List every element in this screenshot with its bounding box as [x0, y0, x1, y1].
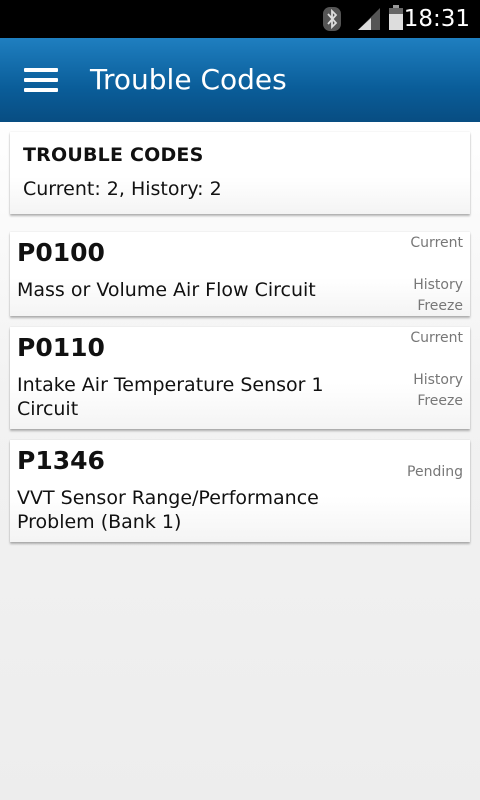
status-flag: Freeze: [417, 393, 463, 409]
trouble-code: P0100: [17, 238, 105, 267]
content-area[interactable]: TROUBLE CODES Current: 2, History: 2 P01…: [0, 122, 480, 800]
trouble-code-card[interactable]: P1346 VVT Sensor Range/Performance Probl…: [10, 440, 470, 542]
trouble-code-card[interactable]: P0110 Intake Air Temperature Sensor 1 Ci…: [10, 327, 470, 429]
trouble-code-card[interactable]: P0100 Mass or Volume Air Flow Circuit Cu…: [10, 232, 470, 316]
signal-icon: [358, 8, 380, 30]
trouble-code-description: VVT Sensor Range/Performance Problem (Ba…: [17, 487, 319, 533]
app-bar: Trouble Codes: [0, 38, 480, 122]
summary-counts: Current: 2, History: 2: [23, 178, 222, 200]
status-flag: History: [413, 372, 463, 388]
status-flag: Pending: [407, 464, 463, 480]
status-flag: Current: [410, 235, 463, 251]
status-flag: Freeze: [417, 298, 463, 314]
trouble-code-description: Mass or Volume Air Flow Circuit: [17, 279, 316, 301]
status-bar: 18:31: [0, 0, 480, 38]
trouble-code: P1346: [17, 446, 105, 475]
bluetooth-icon: [323, 7, 341, 31]
status-flag: History: [413, 277, 463, 293]
battery-icon: [389, 5, 403, 30]
hamburger-menu-icon[interactable]: [24, 68, 58, 92]
status-time: 18:31: [403, 6, 470, 32]
summary-title: TROUBLE CODES: [23, 144, 204, 166]
trouble-code: P0110: [17, 333, 105, 362]
trouble-code-description: Intake Air Temperature Sensor 1 Circuit: [17, 374, 324, 420]
status-flag: Current: [410, 330, 463, 346]
summary-card: TROUBLE CODES Current: 2, History: 2: [10, 132, 470, 214]
page-title: Trouble Codes: [90, 63, 287, 96]
